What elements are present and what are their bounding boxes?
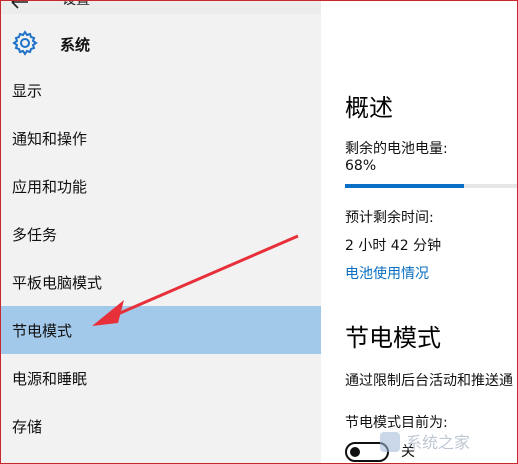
window-title: 设置: [62, 0, 90, 8]
battery-level-bar: [345, 184, 518, 188]
sidebar-item-multitasking[interactable]: 多任务: [0, 210, 321, 258]
sidebar: 设置 系统 显示 通知和操作 应用和功能 多任务 平板电脑模式 节电模式 电源和…: [0, 0, 321, 464]
sidebar-item-power-sleep[interactable]: 电源和睡眠: [0, 354, 321, 402]
battery-level-fill: [345, 184, 464, 188]
sidebar-item-label: 平板电脑模式: [12, 273, 103, 292]
sidebar-item-label: 通知和操作: [12, 129, 88, 148]
sidebar-item-label: 多任务: [12, 225, 58, 244]
sidebar-item-storage[interactable]: 存储: [0, 402, 321, 450]
sidebar-item-label: 电源和睡眠: [12, 369, 88, 388]
overview-heading: 概述: [345, 94, 393, 122]
main-content: 概述 剩余的电池电量: 68% 预计剩余时间: 2 小时 42 分钟 电池使用情…: [321, 0, 518, 464]
sidebar-item-tablet-mode[interactable]: 平板电脑模式: [0, 258, 321, 306]
battery-usage-link[interactable]: 电池使用情况: [345, 263, 429, 283]
battery-saver-status-label: 节电模式目前为:: [345, 415, 448, 431]
gear-icon: [12, 30, 38, 56]
time-remaining-value: 2 小时 42 分钟: [345, 238, 442, 254]
battery-saver-description: 通过限制后台活动和推送通: [345, 373, 513, 389]
page-title: 系统: [60, 36, 91, 54]
toggle-knob: [350, 447, 360, 457]
sidebar-item-apps[interactable]: 应用和功能: [0, 162, 321, 210]
settings-header: 系统: [0, 24, 321, 64]
sidebar-item-label: 应用和功能: [12, 177, 88, 196]
sidebar-item-label: 存储: [12, 417, 43, 436]
title-bar: 设置: [0, 0, 321, 14]
sidebar-item-label: 显示: [12, 81, 43, 100]
battery-saver-toggle[interactable]: [345, 442, 389, 462]
battery-percent: 68%: [345, 158, 377, 174]
sidebar-item-display[interactable]: 显示: [0, 66, 321, 114]
toggle-state-label: 关: [401, 444, 415, 460]
sidebar-item-battery-saver[interactable]: 节电模式: [0, 306, 321, 354]
battery-saver-heading: 节电模式: [345, 324, 441, 352]
time-remaining-label: 预计剩余时间:: [345, 210, 434, 226]
back-arrow-icon[interactable]: [10, 0, 30, 10]
battery-label: 剩余的电池电量:: [345, 141, 448, 157]
sidebar-item-label: 节电模式: [12, 321, 73, 340]
sidebar-item-notifications[interactable]: 通知和操作: [0, 114, 321, 162]
